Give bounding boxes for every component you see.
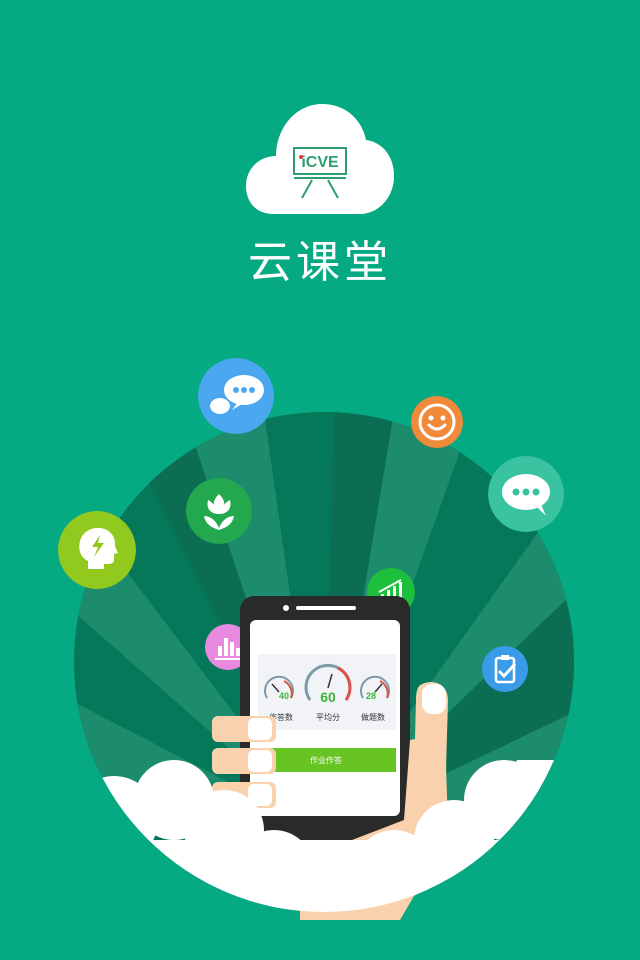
more-dots-icon [488,456,564,532]
app-title: 云课堂 [248,237,392,288]
logo-text: iCVE [301,154,339,171]
flower-icon [186,478,252,544]
head-idea-icon [58,511,136,589]
smile-icon [411,396,463,448]
clouds-decoration [74,760,574,912]
chat-bubble-icon [198,358,274,434]
clipboard-check-icon [482,646,528,692]
logo-cloud-icon: iCVE [246,104,394,214]
